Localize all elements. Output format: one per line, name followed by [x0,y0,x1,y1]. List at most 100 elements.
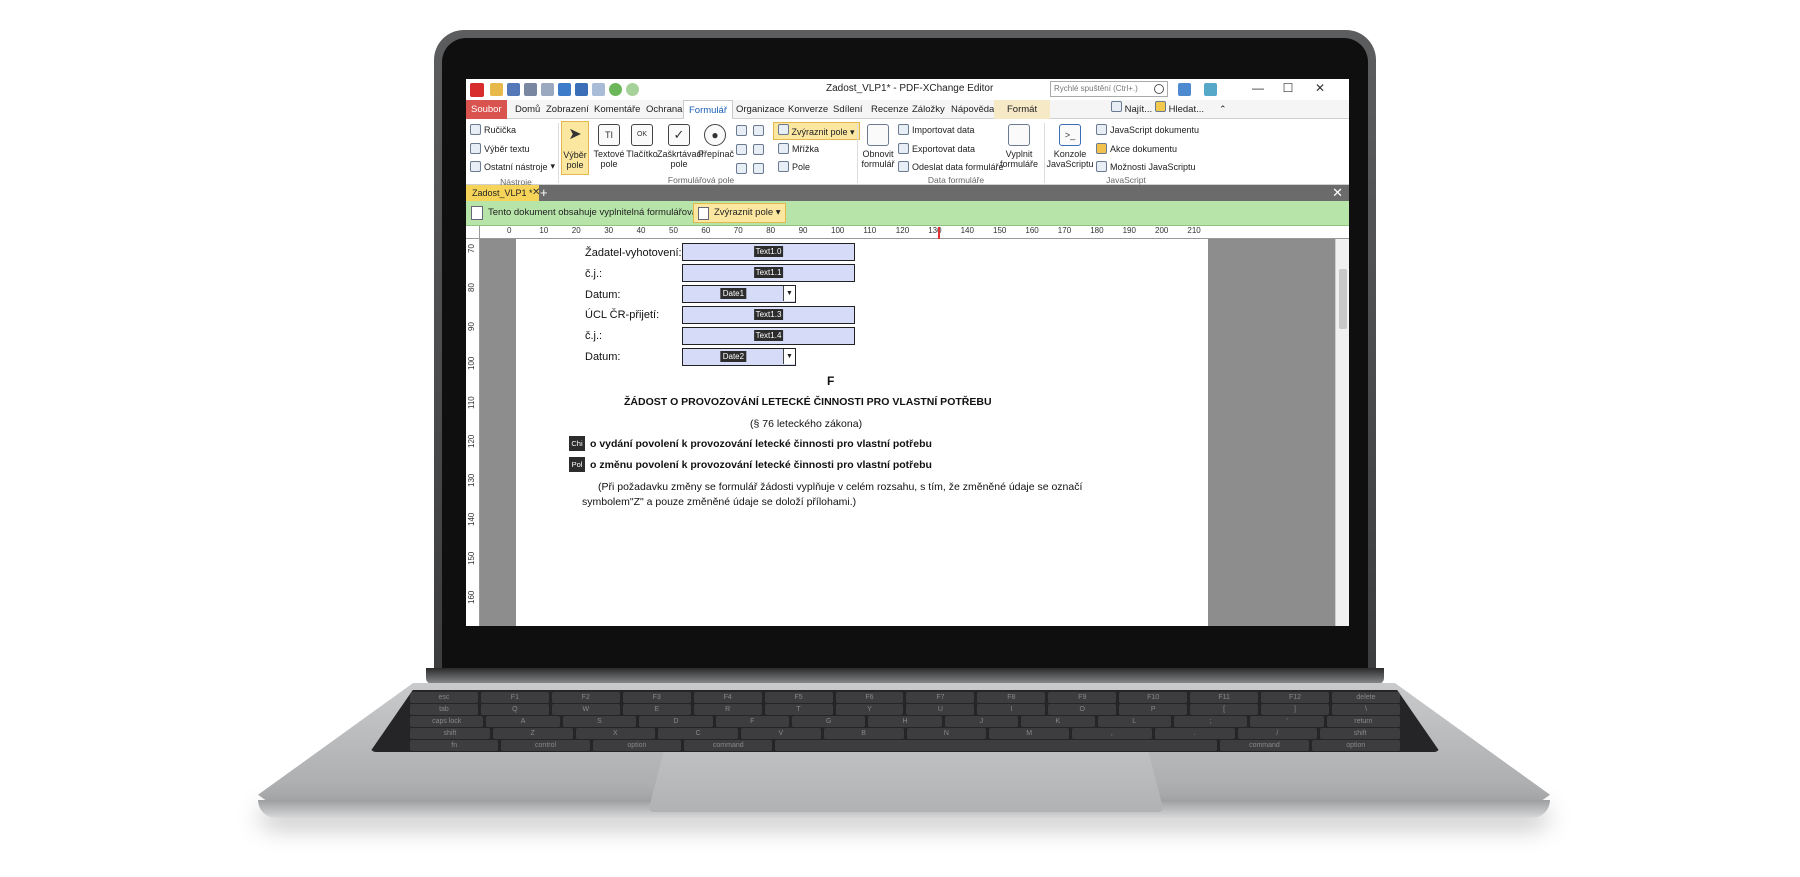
key-row-2: tab Q W E R T Y U I O P[] \ [370,704,1440,715]
tab-zalozky[interactable]: Záložky [907,100,950,119]
date-field[interactable]: Date2 ▼ [682,348,796,366]
document-icon [471,206,483,220]
close-all-tabs-button[interactable]: ✕ [1332,185,1343,200]
js-options-button[interactable]: Možnosti JavaScriptu [1096,161,1196,172]
print-icon[interactable] [524,83,537,96]
ruler-tick-label: 30 [604,226,614,235]
text-field[interactable]: Text1.1 [682,264,855,282]
fields-pane-label: Pole [792,161,811,172]
document-actions-button[interactable]: Akce dokumentu [1096,143,1177,154]
checkbox-field[interactable]: Pol [569,457,585,472]
tab-zobrazeni[interactable]: Zobrazení [541,100,594,119]
quick-search-input[interactable]: Rychlé spuštění (Ctrl+.) [1050,81,1168,97]
checkbox-field-button[interactable]: ✓ Zaškrtávací pole [657,124,704,169]
quick-search-placeholder: Rychlé spuštění (Ctrl+.) [1054,84,1138,93]
ruler-tick-label: 100 [831,226,845,235]
tab-format[interactable]: Formát [994,100,1051,119]
other-tools-button[interactable]: Ostatní nástroje ▾ [470,161,555,172]
settings-icon[interactable] [1178,83,1191,96]
lightning-icon [1096,143,1107,154]
minimize-button[interactable]: — [1246,81,1270,95]
checkbox-field[interactable]: Chi [569,436,585,451]
tab-ochrana[interactable]: Ochrana [641,100,687,119]
radio-field-button[interactable]: ● Přepínač [698,124,734,159]
save-icon[interactable] [507,83,520,96]
date-field-icon[interactable] [753,144,764,155]
combo-box-icon[interactable] [736,144,747,155]
new-tab-button[interactable]: + [540,185,548,200]
export-data-button[interactable]: Exportovat data [898,143,975,154]
vertical-scrollbar[interactable] [1335,239,1349,626]
text-field[interactable]: Text1.0 [682,243,855,261]
tab-napoveda[interactable]: Nápověda [946,100,999,119]
keyboard-key: F4 [693,692,762,703]
document-js-button[interactable]: JavaScript dokumentu [1096,124,1199,135]
keyboard-key: Y [835,704,904,715]
tab-organizace[interactable]: Organizace [731,100,790,119]
close-button[interactable]: ✕ [1308,81,1332,95]
scan-icon[interactable] [558,83,571,96]
highlight-fields-label: Zvýraznit pole [791,127,848,137]
fullscreen-icon[interactable] [1204,83,1217,96]
form-heading: ŽÁDOST O PROVOZOVÁNÍ LETECKÉ ČINNOSTI PR… [624,396,992,408]
highlight-fields-button[interactable]: Zvýraznit pole ▾ [773,122,860,140]
barcode-icon[interactable] [753,125,764,136]
field-name-tag: Text1.4 [753,330,784,341]
keyboard-key: R [693,704,762,715]
tab-soubor[interactable]: Soubor [466,100,507,119]
text-field-button[interactable]: TI Textové pole [593,124,625,169]
fill-form-button[interactable]: Vyplnit formuláře [998,124,1040,169]
signature-field-icon[interactable] [736,163,747,174]
open-folder-icon[interactable] [490,83,503,96]
email-icon[interactable] [541,83,554,96]
search-button[interactable]: Hledat... [1150,100,1209,119]
ruler-tick-label: 160 [467,590,476,604]
undo-icon[interactable] [575,83,588,96]
search-icon[interactable] [1154,84,1164,94]
select-field-button[interactable]: ➤ Výběr pole [561,121,589,175]
keyboard-key: F1 [480,692,549,703]
document-canvas[interactable]: Žadatel-vyhotovení: Text1.0 č.j.: Text1.… [480,239,1335,626]
text-field[interactable]: Text1.4 [682,327,855,345]
document-js-label: JavaScript dokumentu [1110,124,1200,135]
gear-icon [470,161,481,172]
keyboard-key: M [989,728,1069,739]
checkbox-label-2: pole [670,159,688,169]
tab-komentare[interactable]: Komentáře [589,100,645,119]
reset-form-button[interactable]: Obnovit formulář [859,124,897,169]
forward-icon[interactable] [626,83,639,96]
keyboard-key: F10 [1119,692,1188,703]
import-data-button[interactable]: Importovat data [898,124,975,135]
date-field[interactable]: Date1 ▼ [682,285,796,303]
document-tab[interactable]: Zadost_VLP1 * [466,185,539,201]
maximize-button[interactable]: ☐ [1276,81,1300,95]
js-console-button[interactable]: >_ Konzole JavaScriptu [1046,124,1094,169]
key-row-1: esc F1 F2 F3 F4 F5 F6 F7 F8 F9 F10 F11 F12 delete [370,692,1440,703]
back-icon[interactable] [609,83,622,96]
chevron-down-icon[interactable]: ▼ [783,349,795,364]
text-field[interactable]: Text1.3 [682,306,855,324]
chevron-down-icon[interactable]: ▼ [783,286,795,301]
tab-formular[interactable]: Formulář [683,100,734,120]
field-name-tag: Date2 [720,351,747,362]
image-field-icon[interactable] [753,163,764,174]
tab-sdileni[interactable]: Sdílení [828,100,868,119]
notice-highlight-button[interactable]: Zvýraznit pole ▾ [693,203,786,223]
other-tools-label: Ostatní nástroje [484,161,548,172]
select-text-button[interactable]: Výběr textu [470,143,530,154]
button-field-button[interactable]: OK Tlačítko [626,124,658,159]
list-box-icon[interactable] [736,125,747,136]
collapse-ribbon-button[interactable]: ⌃ [1214,100,1232,119]
redo-icon[interactable] [592,83,605,96]
tab-konverze[interactable]: Konverze [783,100,833,119]
reset-form-label-2: formulář [861,159,895,169]
grid-button[interactable]: Mřížka [778,143,819,154]
keyboard-key: W [551,704,620,715]
keyboard-key: K [1021,716,1095,727]
fields-pane-button[interactable]: Pole [778,161,810,172]
scrollbar-thumb[interactable] [1339,269,1347,329]
ribbon-tabs: Soubor Domů Zobrazení Komentáře Ochrana … [466,100,1349,120]
hand-tool-button[interactable]: Ručička [470,124,516,135]
submit-form-button[interactable]: Odeslat data formuláře [898,161,1004,172]
laptop-scene: esc F1 F2 F3 F4 F5 F6 F7 F8 F9 F10 F11 F12 delete tab… [0,0,1800,877]
